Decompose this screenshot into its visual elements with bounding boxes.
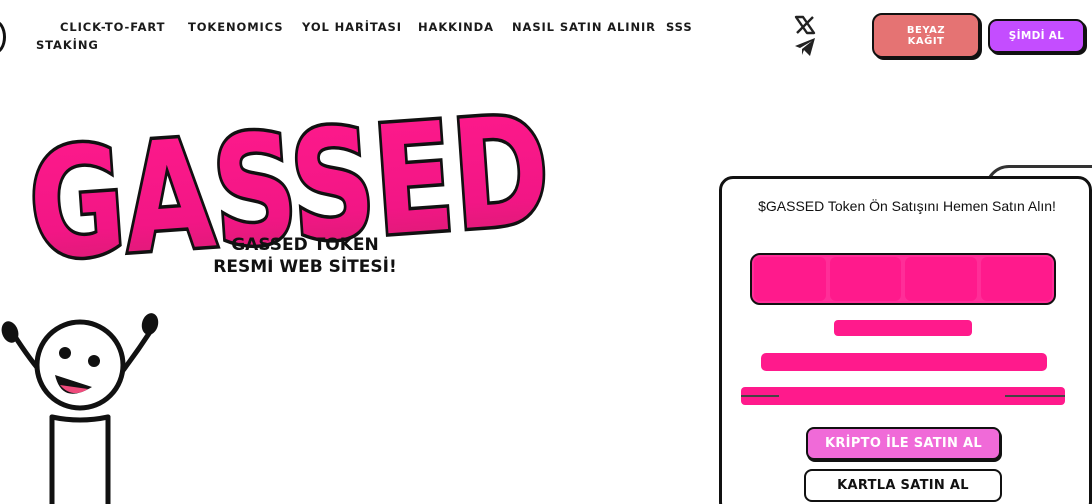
buy-now-button[interactable]: ŞİMDİ AL: [988, 19, 1085, 53]
presale-title: $GASSED Token Ön Satışını Hemen Satın Al…: [758, 198, 1056, 214]
site-logo[interactable]: [0, 20, 6, 54]
nav-sss[interactable]: SSS: [666, 20, 693, 34]
hero-subtitle-line1: GASSED TOKEN: [231, 235, 379, 255]
progress-line-left: [741, 395, 779, 397]
timer-seconds: [980, 257, 1052, 301]
timer-hours: [829, 257, 901, 301]
nav-tokenomics[interactable]: TOKENOMICS: [188, 20, 283, 34]
raised-placeholder-bar: [761, 353, 1047, 371]
stick-figure-illustration: [1, 313, 159, 504]
nav-click-to-fart[interactable]: CLICK-TO-FART: [60, 20, 165, 34]
timer-minutes: [905, 257, 977, 301]
buy-with-crypto-button[interactable]: KRİPTO İLE SATIN AL: [806, 427, 1001, 460]
telegram-icon[interactable]: [794, 37, 816, 57]
price-placeholder-bar: [834, 320, 972, 336]
nav-staking[interactable]: STAKİNG: [36, 38, 99, 52]
nav-hakkinda[interactable]: HAKKINDA: [418, 20, 494, 34]
buy-with-card-button[interactable]: KARTLA SATIN AL: [804, 469, 1002, 502]
whitepaper-button[interactable]: BEYAZ KAĞIT: [872, 13, 980, 58]
hero-subtitle-line2: RESMİ WEB SİTESİ!: [213, 257, 397, 277]
hero-subtitle: GASSED TOKEN RESMİ WEB SİTESİ!: [190, 234, 420, 278]
social-links: [794, 15, 816, 57]
nav-nasil-satin-alinir[interactable]: NASIL SATIN ALINIR: [512, 20, 656, 34]
x-icon[interactable]: [794, 15, 816, 35]
timer-days: [754, 257, 826, 301]
presale-progress-bar: [741, 387, 1065, 405]
nav-yol-haritasi[interactable]: YOL HARİTASI: [302, 20, 402, 34]
progress-line-right: [1005, 395, 1065, 397]
countdown-timer: [750, 253, 1056, 305]
